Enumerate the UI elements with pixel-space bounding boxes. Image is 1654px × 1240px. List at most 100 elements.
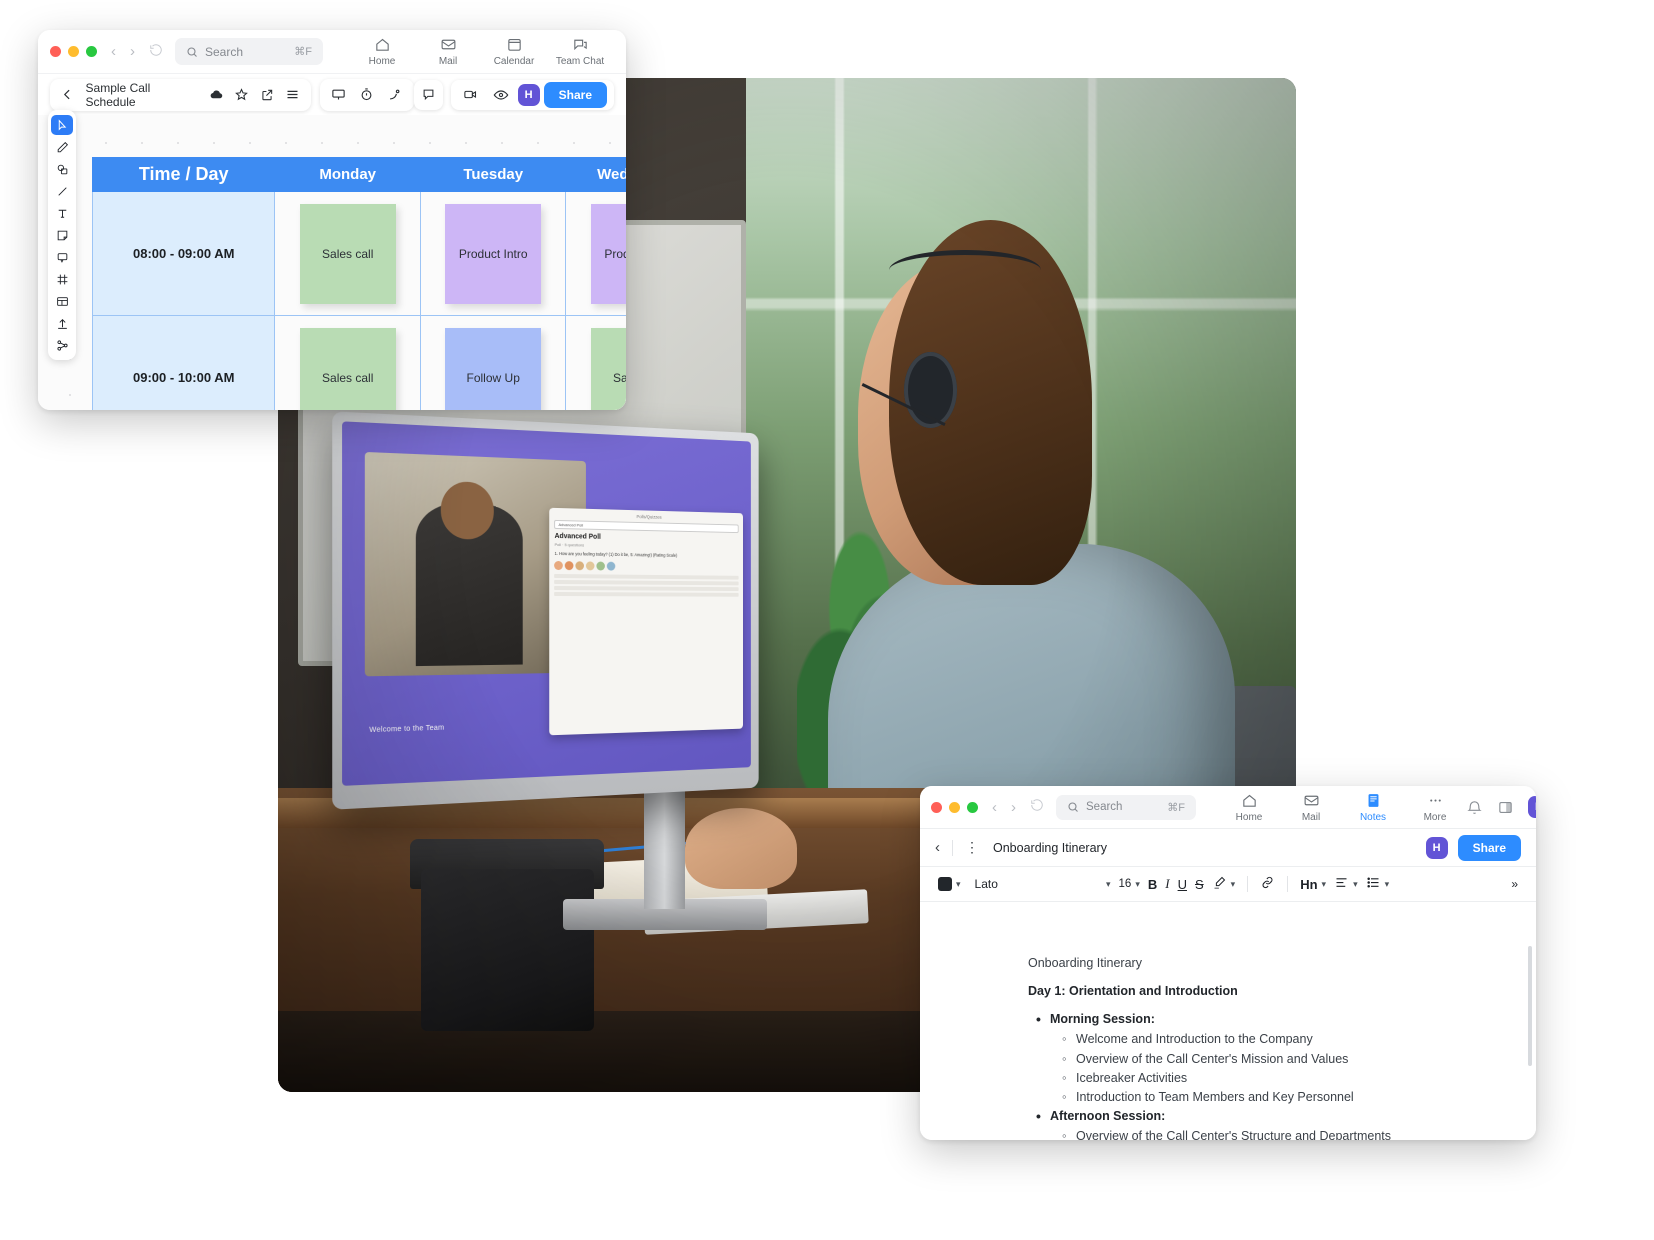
align-select[interactable]: ▾ [1330, 872, 1362, 896]
search-icon [1067, 801, 1079, 813]
tab-calendar[interactable]: Calendar [481, 34, 547, 69]
sticky-note[interactable]: Product Intro [591, 204, 626, 304]
window-controls[interactable] [931, 802, 978, 813]
tab-meetings[interactable]: Meetings [613, 34, 626, 69]
frame-icon[interactable] [51, 269, 73, 289]
window-controls[interactable] [50, 46, 97, 57]
text-icon[interactable] [51, 203, 73, 223]
pen-icon[interactable] [51, 137, 73, 157]
table-icon[interactable] [51, 291, 73, 311]
text-color-picker[interactable]: ▾ [934, 872, 965, 896]
kebab-menu-icon[interactable]: ⋮ [965, 839, 979, 856]
tab-team-chat[interactable]: Team Chat [547, 34, 613, 69]
schedule-cell[interactable]: Sales call [275, 192, 421, 316]
avatar[interactable]: H [518, 84, 540, 106]
nav-arrows[interactable]: ‹ › [111, 43, 163, 61]
schedule-cell[interactable]: Product Intro [420, 192, 566, 316]
search-input[interactable]: Search ⌘F [1056, 795, 1196, 820]
bell-icon[interactable] [1466, 799, 1483, 816]
present-icon[interactable] [326, 83, 352, 107]
forward-icon[interactable]: › [130, 43, 135, 60]
notes-titlebar-right: H [1466, 796, 1536, 818]
app-tabs[interactable]: Home Mail Calendar Team Chat [349, 34, 626, 69]
timer-icon[interactable] [354, 83, 380, 107]
forward-icon[interactable]: › [1011, 799, 1016, 816]
minimize-icon[interactable] [949, 802, 960, 813]
history-icon[interactable] [149, 43, 163, 61]
back-icon[interactable] [56, 83, 80, 107]
notes-doc-title[interactable]: Onboarding Itinerary [993, 841, 1107, 855]
italic-button[interactable]: I [1161, 872, 1173, 896]
tab-home[interactable]: Home [349, 34, 415, 69]
back-icon[interactable]: ‹ [111, 43, 116, 60]
share-button[interactable]: Share [544, 82, 607, 108]
mindmap-icon[interactable] [51, 335, 73, 355]
maximize-icon[interactable] [967, 802, 978, 813]
strikethrough-button[interactable]: S [1191, 872, 1208, 896]
schedule-cell[interactable]: Follow Up [420, 316, 566, 411]
tab-mail[interactable]: Mail [415, 34, 481, 69]
laser-pointer-icon[interactable] [382, 83, 408, 107]
highlight-button[interactable]: ▾ [1208, 872, 1240, 896]
sticky-note[interactable]: Product Intro [445, 204, 541, 304]
minimize-icon[interactable] [68, 46, 79, 57]
comment-icon[interactable] [51, 247, 73, 267]
heading-select[interactable]: Hn ▾ [1296, 872, 1330, 896]
schedule-cell[interactable]: Sales call [566, 316, 626, 411]
video-icon[interactable] [458, 83, 484, 107]
visibility-icon[interactable] [488, 83, 514, 107]
link-button[interactable] [1256, 872, 1279, 896]
select-icon[interactable] [51, 115, 73, 135]
bold-button[interactable]: B [1144, 872, 1161, 896]
time-slot-cell[interactable]: 09:00 - 10:00 AM [93, 316, 275, 411]
history-icon[interactable] [1030, 798, 1044, 816]
list-select[interactable]: ▾ [1362, 872, 1394, 896]
column-header-monday[interactable]: Monday [275, 158, 421, 192]
maximize-icon[interactable] [86, 46, 97, 57]
sticky-note[interactable]: Follow Up [445, 328, 541, 411]
nav-arrows[interactable]: ‹ › [992, 798, 1044, 816]
sticky-note-icon[interactable] [51, 225, 73, 245]
scrollbar[interactable] [1528, 946, 1532, 1066]
app-tabs[interactable]: Home Mail Notes More [1218, 790, 1466, 825]
line-icon[interactable] [51, 181, 73, 201]
schedule-cell[interactable]: Sales call [275, 316, 421, 411]
sidebar-panel-icon[interactable] [1497, 799, 1514, 816]
avatar[interactable]: H [1528, 796, 1536, 818]
avatar[interactable]: H [1426, 837, 1448, 859]
schedule-table[interactable]: Time / Day Monday Tuesday Wednesday 08:0… [92, 157, 626, 410]
sticky-note[interactable]: Sales call [300, 204, 396, 304]
underline-button[interactable]: U [1174, 872, 1191, 896]
schedule-cell[interactable]: Product Intro [566, 192, 626, 316]
upload-icon[interactable] [51, 313, 73, 333]
column-header-time[interactable]: Time / Day [93, 158, 275, 192]
tab-more[interactable]: More [1404, 790, 1466, 825]
share-button[interactable]: Share [1458, 835, 1521, 861]
tab-notes[interactable]: Notes [1342, 790, 1404, 825]
back-icon[interactable]: ‹ [992, 799, 997, 816]
font-family-select[interactable]: Lato ▾ [965, 872, 1115, 896]
search-input[interactable]: Search ⌘F [175, 38, 323, 65]
sticky-note[interactable]: Sales call [300, 328, 396, 411]
tab-home[interactable]: Home [1218, 790, 1280, 825]
whiteboard-canvas[interactable]: Time / Day Monday Tuesday Wednesday 08:0… [38, 115, 626, 410]
close-icon[interactable] [50, 46, 61, 57]
font-size-select[interactable]: 16 ▾ [1115, 872, 1144, 896]
comment-icon[interactable] [414, 80, 443, 110]
share-external-icon[interactable] [256, 83, 280, 107]
star-icon[interactable] [230, 83, 254, 107]
cloud-icon[interactable] [204, 83, 228, 107]
column-header-wednesday[interactable]: Wednesday [566, 158, 626, 192]
list-icon[interactable] [281, 83, 305, 107]
tab-mail[interactable]: Mail [1280, 790, 1342, 825]
sticky-note[interactable]: Sales call [591, 328, 626, 411]
overflow-button[interactable]: » [1507, 872, 1522, 896]
close-icon[interactable] [931, 802, 942, 813]
column-header-tuesday[interactable]: Tuesday [420, 158, 566, 192]
shapes-icon[interactable] [51, 159, 73, 179]
notes-document-body[interactable]: Onboarding Itinerary Day 1: Orientation … [920, 938, 1536, 1140]
back-icon[interactable]: ‹ [935, 839, 940, 856]
time-slot-cell[interactable]: 08:00 - 09:00 AM [93, 192, 275, 316]
whiteboard-doc-title[interactable]: Sample Call Schedule [82, 81, 203, 109]
whiteboard-tool-palette[interactable] [48, 110, 76, 360]
